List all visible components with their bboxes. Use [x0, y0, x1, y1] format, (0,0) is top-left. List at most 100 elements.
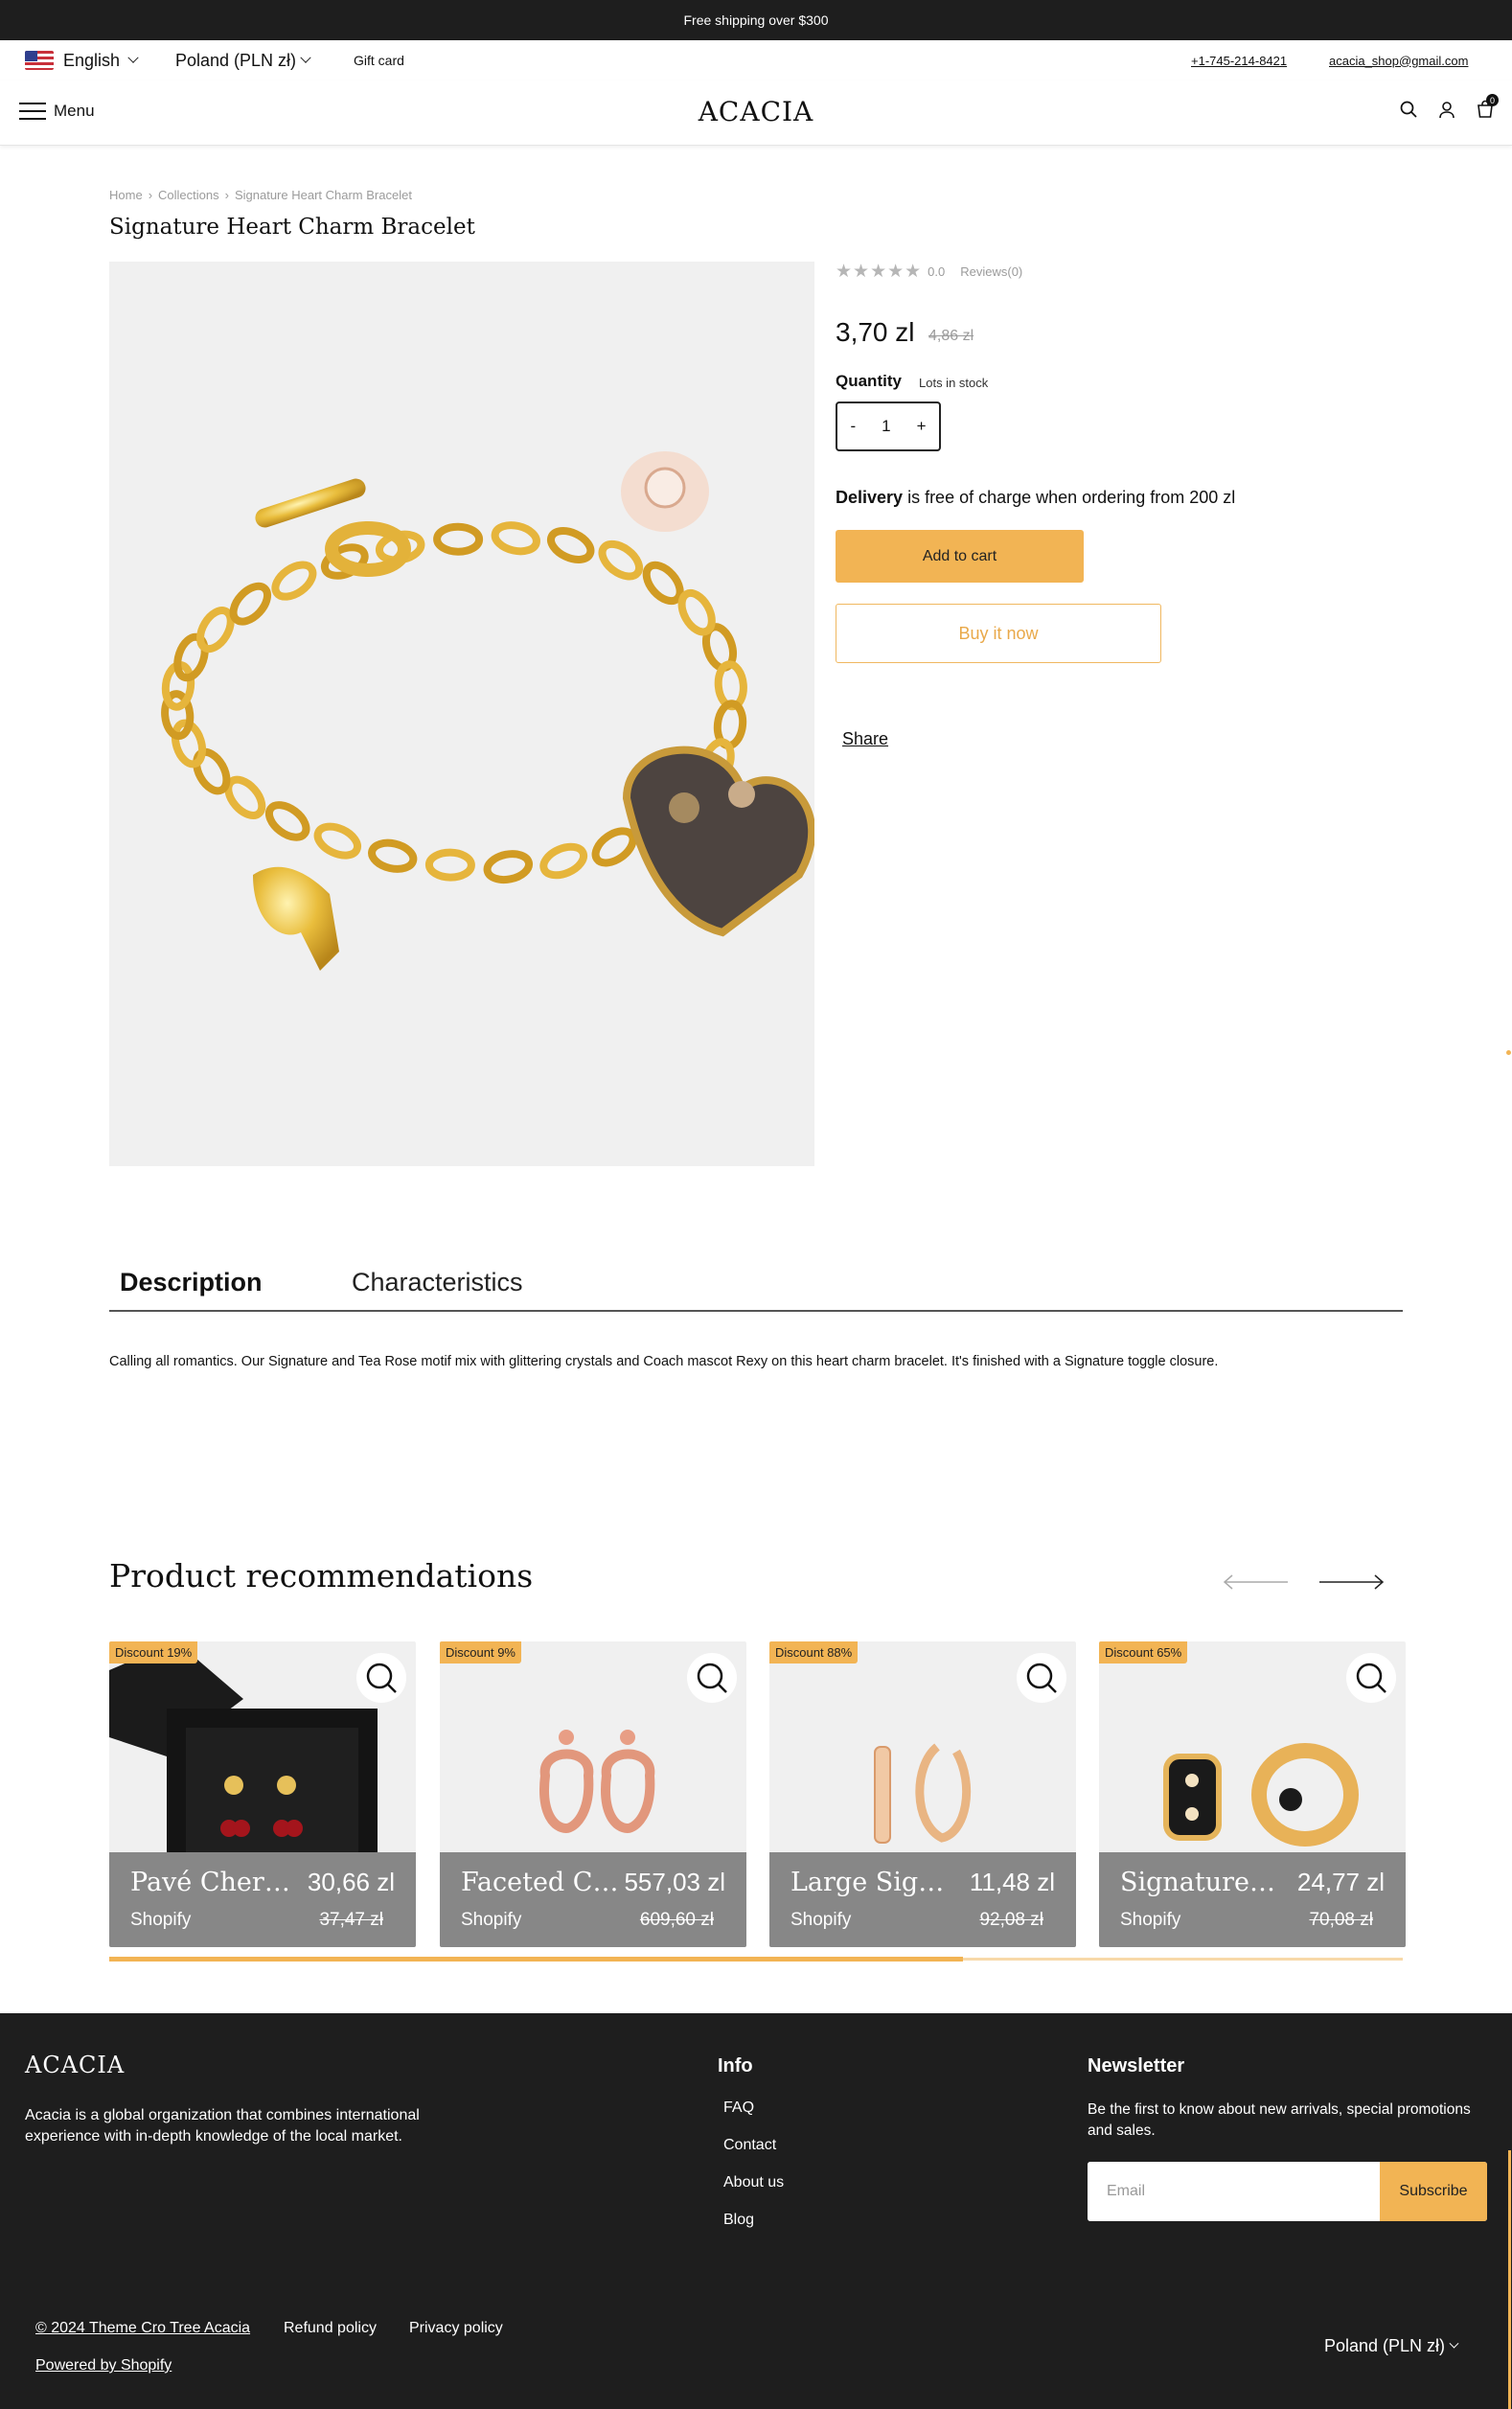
rating-stars-icon: ★★★★★ [836, 262, 923, 282]
country-label: Poland (PLN zł) [175, 50, 297, 70]
phone-link[interactable]: +1-745-214-8421 [1191, 40, 1287, 80]
refund-policy-link[interactable]: Refund policy [284, 2320, 377, 2337]
us-flag-icon [25, 51, 54, 70]
arrow-left-icon[interactable] [1223, 1572, 1290, 1592]
card-info: Faceted Coach Earrings 557,03 zl Shopify… [440, 1852, 746, 1947]
card-price: 30,66 zl [307, 1868, 395, 1896]
side-indicator [1506, 1050, 1511, 1055]
breadcrumb-home[interactable]: Home [109, 188, 143, 202]
chain-link [539, 842, 588, 880]
card-name: Large Signature Hoops [790, 1868, 953, 1897]
chain-link [424, 848, 475, 882]
product-rating[interactable]: ★★★★★ 0.0 Reviews(0) [836, 261, 1022, 283]
copyright-link[interactable]: © 2024 Theme Cro Tree Acacia [35, 2320, 250, 2337]
reviews-count: Reviews(0) [960, 264, 1023, 279]
recommendations-title: Product recommendations [109, 1557, 534, 1595]
subscribe-button[interactable]: Subscribe [1380, 2162, 1487, 2221]
rating-value: 0.0 [928, 264, 946, 279]
chevron-down-icon [127, 52, 139, 63]
country-selector[interactable]: Poland (PLN zł) [175, 40, 311, 80]
arrow-right-icon[interactable] [1317, 1572, 1385, 1592]
chain-link [598, 539, 644, 581]
quick-view-button[interactable] [356, 1653, 406, 1703]
quantity-value[interactable]: 1 [882, 417, 890, 436]
footer-link-contact[interactable]: Contact [723, 2137, 776, 2153]
chain-link [483, 850, 534, 884]
discount-badge: Discount 9% [440, 1641, 521, 1663]
tab-characteristics[interactable]: Characteristics [352, 1268, 523, 1297]
add-to-cart-button[interactable]: Add to cart [836, 530, 1084, 583]
chain-link [193, 747, 231, 795]
card-old-price: 92,08 zł [979, 1910, 1043, 1930]
side-indicator [1508, 2150, 1511, 2409]
stock-status: Lots in stock [919, 376, 989, 390]
newsletter-text: Be the first to know about new arrivals,… [1088, 2101, 1471, 2139]
account-icon[interactable] [1437, 100, 1456, 119]
product-card[interactable]: Discount 9% Faceted Coach Earrings 557,0… [440, 1641, 746, 1947]
chain-link [491, 521, 540, 556]
footer-link-faq[interactable]: FAQ [723, 2099, 754, 2116]
footer-country-selector[interactable]: Poland (PLN zł) [1324, 2336, 1459, 2356]
site-header: Menu ACACIA 0 [0, 80, 1512, 146]
cart-count-badge: 0 [1486, 94, 1499, 106]
buy-now-button[interactable]: Buy it now [836, 604, 1161, 663]
quick-view-button[interactable] [1346, 1653, 1396, 1703]
footer-link-about[interactable]: About us [723, 2174, 784, 2191]
footer-about: Acacia is a global organization that com… [25, 2107, 420, 2145]
product-card[interactable]: Discount 88% Large Signature Hoops 11,48… [769, 1641, 1076, 1947]
email-link[interactable]: acacia_shop@gmail.com [1329, 40, 1468, 80]
announcement-bar: Free shipping over $300 [0, 0, 1512, 40]
product-title: Signature Heart Charm Bracelet [109, 215, 475, 240]
quantity-label: Quantity [836, 372, 902, 390]
footer-info-links: FAQ Contact About us Blog [723, 2099, 784, 2249]
search-icon[interactable] [1399, 100, 1418, 119]
language-label: English [63, 50, 121, 70]
product-card[interactable]: Discount 65% Signature Huggie Earrings 2… [1099, 1641, 1406, 1947]
card-old-price: 37,47 zł [319, 1910, 383, 1930]
quick-view-button[interactable] [687, 1653, 737, 1703]
breadcrumb-collections[interactable]: Collections [158, 188, 219, 202]
product-image[interactable] [109, 262, 814, 1166]
chain-link [368, 838, 418, 873]
card-price: 24,77 zl [1296, 1868, 1385, 1896]
footer-link-blog[interactable]: Blog [723, 2212, 754, 2228]
product-price: 3,70 zl [836, 317, 915, 347]
privacy-policy-link[interactable]: Privacy policy [409, 2320, 503, 2337]
gift-card-link[interactable]: Gift card [354, 40, 404, 80]
discount-badge: Discount 65% [1099, 1641, 1188, 1663]
chevron-down-icon [1449, 2338, 1459, 2349]
search-icon [366, 1663, 397, 1693]
bracelet-illustration [161, 451, 814, 971]
cart-button[interactable]: 0 [1476, 94, 1499, 119]
chevron-down-icon [300, 52, 311, 63]
powered-by-link[interactable]: Powered by Shopify [35, 2357, 172, 2375]
chain-link [229, 582, 272, 626]
delivery-info: Delivery is free of charge when ordering… [836, 488, 1235, 508]
share-link[interactable]: Share [842, 729, 888, 749]
newsletter-form: Subscribe [1088, 2162, 1487, 2221]
product-card[interactable]: Discount 19% Pavé Cherry Stud Earrings S… [109, 1641, 416, 1947]
search-icon [1026, 1663, 1057, 1693]
footer-country-label: Poland (PLN zł) [1324, 2336, 1446, 2355]
quantity-increase-button[interactable]: + [917, 417, 927, 436]
tab-description[interactable]: Description [120, 1268, 263, 1297]
footer-info-title: Info [718, 2055, 753, 2076]
card-price: 11,48 zl [969, 1868, 1055, 1896]
discount-badge: Discount 19% [109, 1641, 198, 1663]
search-icon [697, 1663, 727, 1693]
chain-link [591, 827, 637, 867]
quick-view-button[interactable] [1017, 1653, 1066, 1703]
breadcrumb-separator-icon: › [148, 188, 153, 202]
chain-link [433, 522, 484, 556]
chain-link [271, 561, 317, 601]
card-old-price: 70,08 zł [1309, 1910, 1373, 1930]
site-logo[interactable]: ACACIA [0, 96, 1512, 127]
language-selector[interactable]: English [25, 40, 139, 80]
quantity-decrease-button[interactable]: - [850, 417, 856, 436]
carousel-scrollbar[interactable] [109, 1957, 963, 1962]
header-icons: 0 [1399, 94, 1499, 119]
card-old-price: 609,60 zł [639, 1910, 714, 1930]
card-vendor: Shopify [1120, 1910, 1181, 1930]
footer-logo[interactable]: ACACIA [25, 2052, 125, 2078]
newsletter-email-input[interactable] [1088, 2162, 1380, 2221]
